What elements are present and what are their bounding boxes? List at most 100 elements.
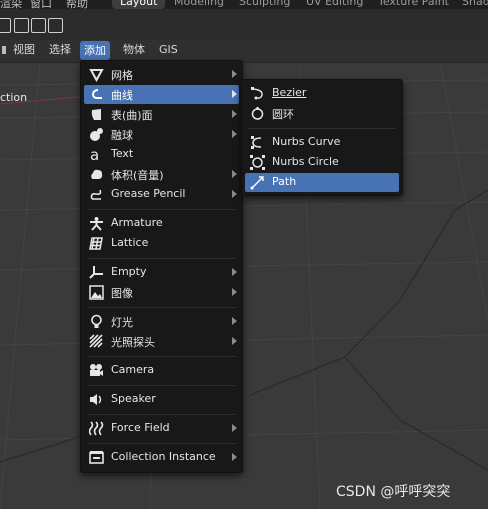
tab-uv-editing[interactable]: UV Editing [306,0,363,9]
operator-panel-label: ction [0,91,28,104]
lattice-icon [89,237,103,250]
submenu-arrow-icon [232,170,237,178]
submenu-arrow-icon [232,424,237,432]
add-menu-label: Text [111,147,134,160]
menu-separator [87,258,236,259]
add-menu-label: 体积(音量) [111,169,164,182]
add-menu-label: 灯光 [111,316,133,329]
select-mode-icon[interactable] [0,18,11,33]
tab-sculpting[interactable]: Sculpting [239,0,290,9]
submenu-arrow-icon [232,190,237,198]
menu-add[interactable]: 添加 [80,41,110,60]
select-subtract-icon[interactable] [31,18,46,33]
add-menu-item-lattice[interactable]: Lattice [84,234,239,253]
add-menu-item-light[interactable]: 灯光 [84,312,239,331]
menu-separator [87,356,236,357]
editor-type-icon[interactable] [2,46,6,54]
collection-instance-icon [89,451,104,464]
curve-item-label: Bezier [272,86,307,99]
add-menu-label: 表(曲)面 [111,109,153,122]
add-menu-item-surface[interactable]: 表(曲)面 [84,105,239,124]
add-menu-label: 融球 [111,129,133,142]
add-menu-label: 图像 [111,287,133,300]
add-menu: 网格 曲线 表(曲)面 融球 a Text 体积(音量) Grease Penc… [80,60,243,473]
add-menu-item-armature[interactable]: Armature [84,214,239,233]
force-field-icon [89,421,104,436]
top-bar: 渲染 窗口 帮助 Layout Modeling Sculpting UV Ed… [0,0,488,10]
add-menu-item-volume[interactable]: 体积(音量) [84,165,239,184]
bezier-icon [251,87,263,100]
add-menu-item-camera[interactable]: Camera [84,361,239,380]
watermark: CSDN @呼呼突突 [336,484,451,500]
add-menu-item-curve[interactable]: 曲线 [84,85,239,104]
menu-separator [87,385,236,386]
tab-texture-paint[interactable]: Texture Paint [378,0,449,9]
select-invert-icon[interactable] [48,18,63,33]
path-icon [250,176,264,190]
add-menu-label: Grease Pencil [111,187,186,200]
tab-shading[interactable]: Shadi [462,0,488,9]
volume-icon [91,169,103,179]
armature-icon [90,217,103,231]
submenu-arrow-icon [232,90,237,98]
menu-object[interactable]: 物体 [119,40,149,60]
menu-select[interactable]: 选择 [45,40,75,60]
image-icon [89,285,104,300]
curve-item-label: Nurbs Circle [272,155,339,168]
tab-modeling[interactable]: Modeling [174,0,224,9]
add-menu-item-grease-pencil[interactable]: Grease Pencil [84,185,239,204]
menu-separator [87,443,236,444]
nurbs-circle-icon [250,155,265,170]
add-menu-item-force-field[interactable]: Force Field [84,419,239,438]
submenu-arrow-icon [232,268,237,276]
curve-item-nurbs-circle[interactable]: Nurbs Circle [245,153,399,172]
submenu-arrow-icon [232,110,237,118]
add-menu-item-collection-instance[interactable]: Collection Instance [84,448,239,467]
curve-item-path[interactable]: Path [245,173,399,192]
light-probe-icon [89,334,103,348]
curve-item-bezier[interactable]: Bezier [245,84,399,103]
add-menu-label: Lattice [111,236,149,249]
menu-view[interactable]: 视图 [9,40,39,60]
grease-pencil-icon [90,189,102,200]
tab-layout[interactable]: Layout [112,0,166,9]
add-menu-item-image[interactable]: 图像 [84,283,239,302]
add-menu-label: Collection Instance [111,450,216,463]
menu-separator [87,209,236,210]
submenu-arrow-icon [232,70,237,78]
circle-curve-icon [251,107,264,120]
mesh-icon [89,69,104,82]
curve-item-nurbs-curve[interactable]: Nurbs Curve [245,133,399,152]
curve-item-label: Nurbs Curve [272,135,341,148]
add-menu-item-light-probe[interactable]: 光照探头 [84,332,239,351]
select-extend-icon[interactable] [14,18,29,33]
add-menu-item-speaker[interactable]: Speaker [84,390,239,409]
add-menu-label: Empty [111,265,147,278]
submenu-arrow-icon [232,288,237,296]
svg-text:a: a [90,147,99,162]
add-menu-label: Armature [111,216,163,229]
viewport-header: 视图 选择 添加 物体 GIS [0,40,488,63]
add-menu-label: 曲线 [111,89,133,102]
tool-header [0,9,488,40]
curve-item-circle[interactable]: 圆环 [245,104,399,123]
submenu-arrow-icon [232,337,237,345]
empty-icon [89,266,103,279]
add-menu-item-text[interactable]: a Text [84,145,239,164]
curve-item-label: Path [272,175,297,188]
text-icon: a [90,147,99,162]
curve-submenu: Bezier 圆环 Nurbs Curve Nurbs Circle Path [241,79,403,196]
metaball-icon [90,128,103,141]
menu-separator [87,307,236,308]
menu-gis[interactable]: GIS [155,40,182,60]
submenu-arrow-icon [232,453,237,461]
add-menu-label: Camera [111,363,155,376]
add-menu-item-metaball[interactable]: 融球 [84,125,239,144]
add-menu-label: Force Field [111,421,170,434]
light-icon [91,314,102,328]
add-menu-item-empty[interactable]: Empty [84,263,239,282]
curve-icon [92,89,102,99]
add-menu-item-mesh[interactable]: 网格 [84,65,239,84]
surface-icon [91,109,101,120]
3d-viewport[interactable] [0,0,488,509]
